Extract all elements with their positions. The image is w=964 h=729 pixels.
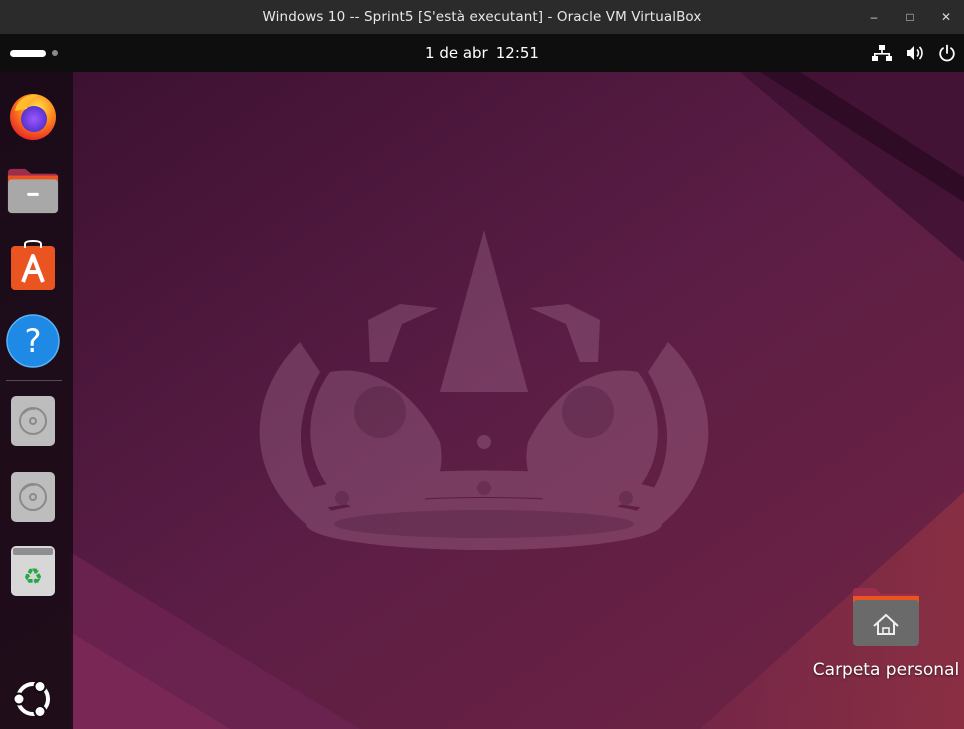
dock-item-disc[interactable] [6, 394, 60, 448]
dock-separator [6, 380, 62, 381]
dock-item-help[interactable]: ? [6, 314, 60, 368]
maximize-button[interactable]: □ [892, 0, 928, 34]
power-icon[interactable] [938, 44, 956, 62]
files-icon [7, 168, 59, 214]
trash-icon: ♻ [11, 546, 55, 596]
desktop-icon-label: Carpeta personal [812, 660, 960, 680]
minimize-button[interactable]: – [856, 0, 892, 34]
firefox-icon [10, 94, 56, 140]
window-controls: – □ ✕ [856, 0, 964, 34]
desktop[interactable]: Carpeta personal [0, 72, 964, 729]
dock: ? ♻ [0, 72, 73, 729]
help-icon: ? [6, 314, 60, 368]
desktop-icon-home-folder[interactable]: Carpeta personal [808, 586, 964, 686]
app-center-icon [11, 240, 55, 290]
clock-time[interactable]: 12:51 [496, 44, 539, 62]
top-panel: 1 de abr 12:51 [0, 34, 964, 72]
disc-icon [11, 396, 55, 446]
close-button[interactable]: ✕ [928, 0, 964, 34]
home-folder-icon [853, 588, 919, 646]
svg-text:♻: ♻ [23, 565, 43, 590]
dock-item-trash[interactable]: ♻ [6, 544, 60, 598]
dock-item-app-center[interactable] [6, 239, 60, 293]
window-title: Windows 10 -- Sprint5 [S'està executant]… [262, 9, 702, 25]
volume-icon[interactable] [906, 45, 924, 61]
dock-item-files[interactable] [6, 164, 60, 218]
svg-text:?: ? [25, 322, 42, 360]
clock: 1 de abr 12:51 [0, 34, 964, 72]
ubuntu-logo-icon [12, 680, 50, 718]
disc-icon [11, 472, 55, 522]
clock-date[interactable]: 1 de abr [425, 44, 488, 62]
dock-item-firefox[interactable] [6, 88, 60, 142]
virtualbox-titlebar: Windows 10 -- Sprint5 [S'està executant]… [0, 0, 964, 34]
network-icon[interactable] [872, 44, 892, 62]
dock-item-show-apps[interactable] [6, 672, 60, 726]
dock-item-disc[interactable] [6, 470, 60, 524]
system-tray[interactable] [872, 34, 956, 72]
